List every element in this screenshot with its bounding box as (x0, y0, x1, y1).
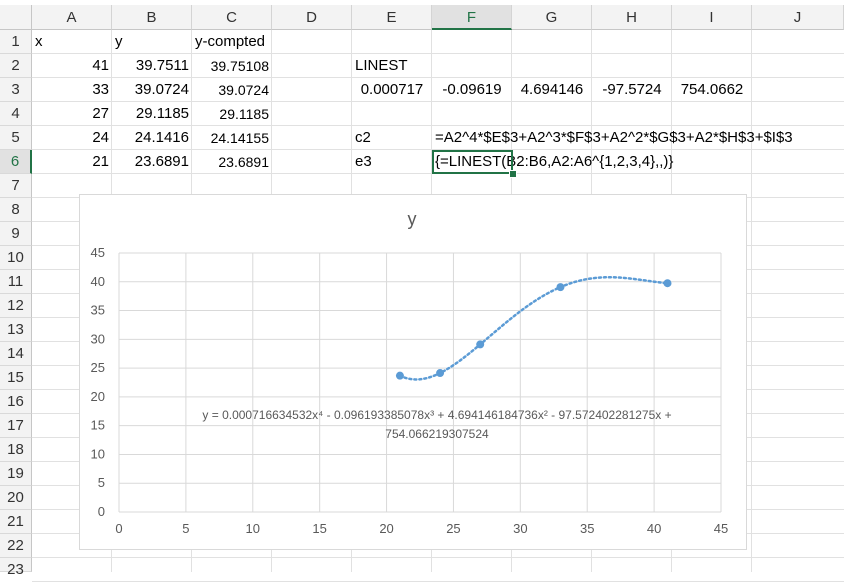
cell-e6[interactable]: e3 (352, 150, 375, 174)
cell-b4[interactable]: 29.1185 (112, 102, 192, 126)
column-header-a[interactable]: A (32, 5, 112, 30)
trendline-equation-line1: y = 0.000716634532x⁴ - 0.096193385078x³ … (202, 408, 671, 422)
x-tick-label: 10 (246, 521, 260, 536)
y-tick-label: 25 (91, 360, 105, 375)
data-point (476, 340, 485, 349)
row-header-16[interactable]: 16 (0, 390, 32, 414)
y-tick-label: 20 (91, 389, 105, 404)
cell-c6[interactable]: 23.6891 (192, 150, 272, 174)
column-header-e[interactable]: E (352, 5, 432, 30)
data-point (663, 279, 672, 288)
row-header-4[interactable]: 4 (0, 102, 32, 126)
column-header-j[interactable]: J (752, 5, 844, 30)
row-header-20[interactable]: 20 (0, 486, 32, 510)
row-gridline (32, 557, 844, 558)
row-header-15[interactable]: 15 (0, 366, 32, 390)
cell-b1[interactable]: y (112, 30, 126, 54)
cell-c4[interactable]: 29.1185 (192, 102, 272, 126)
cell-a1[interactable]: x (32, 30, 46, 54)
cell-c1[interactable]: y-compted (192, 30, 268, 54)
chart-svg: y 0 5 10 15 20 25 30 35 40 45 0 5 10 15 20 25 30 35 40 45 y =… (91, 209, 729, 536)
row-header-23[interactable]: 23 (0, 558, 32, 578)
trendline-equation-line2: 754.066219307524 (385, 427, 489, 441)
column-header-b[interactable]: B (112, 5, 192, 30)
x-tick-label: 30 (513, 521, 527, 536)
row-header-2[interactable]: 2 (0, 54, 32, 78)
cell-a5[interactable]: 24 (32, 126, 112, 150)
cell-b2[interactable]: 39.7511 (112, 54, 192, 78)
cell-a4[interactable]: 27 (32, 102, 112, 126)
cell-e5[interactable]: c2 (352, 126, 374, 150)
cell-c5[interactable]: 24.14155 (192, 126, 272, 150)
chart-title: y (408, 209, 417, 229)
column-header-d[interactable]: D (272, 5, 352, 30)
select-all-corner[interactable] (0, 5, 32, 30)
row-header-12[interactable]: 12 (0, 294, 32, 318)
cell-b6[interactable]: 23.6891 (112, 150, 192, 174)
y-tick-label: 40 (91, 274, 105, 289)
row-header-6[interactable]: 6 (0, 150, 32, 174)
cell-g3[interactable]: 4.694146 (512, 78, 592, 102)
cell-c3[interactable]: 39.0724 (192, 78, 272, 102)
active-cell-border[interactable] (432, 150, 513, 174)
cell-c2[interactable]: 39.75108 (192, 54, 272, 78)
spreadsheet-grid[interactable]: ABCDEFGHIJ 1 2 3 4 5 6 7 8 9 10 11 12 13 14 15 16 17 18 19… (0, 0, 844, 582)
y-tick-label: 10 (91, 446, 105, 461)
cell-e2[interactable]: LINEST (352, 54, 411, 78)
row-header-22[interactable]: 22 (0, 534, 32, 558)
cell-a3[interactable]: 33 (32, 78, 112, 102)
x-tick-label: 20 (379, 521, 393, 536)
cell-h3[interactable]: -97.5724 (592, 78, 672, 102)
cell-i3[interactable]: 754.0662 (672, 78, 752, 102)
y-tick-label: 15 (91, 418, 105, 433)
column-header-c[interactable]: C (192, 5, 272, 30)
data-point (395, 371, 404, 380)
x-tick-label: 15 (312, 521, 326, 536)
x-tick-label: 0 (115, 521, 122, 536)
x-tick-label: 40 (647, 521, 661, 536)
trendline (398, 275, 669, 381)
row-header-1[interactable]: 1 (0, 30, 32, 54)
row-header-17[interactable]: 17 (0, 414, 32, 438)
cell-a6[interactable]: 21 (32, 150, 112, 174)
row-header-19[interactable]: 19 (0, 462, 32, 486)
row-header-7[interactable]: 7 (0, 174, 32, 198)
row-header-14[interactable]: 14 (0, 342, 32, 366)
y-tick-label: 35 (91, 303, 105, 318)
data-point (556, 283, 565, 292)
cell-b3[interactable]: 39.0724 (112, 78, 192, 102)
x-tick-label: 5 (182, 521, 189, 536)
cell-a2[interactable]: 41 (32, 54, 112, 78)
cell-f5[interactable]: =A2^4*$E$3+A2^3*$F$3+A2^2*$G$3+A2*$H$3+$… (432, 126, 796, 150)
data-point (436, 369, 445, 378)
fill-handle[interactable] (509, 170, 517, 178)
column-header-g[interactable]: G (512, 5, 592, 30)
y-tick-label: 0 (98, 504, 105, 519)
column-header-i[interactable]: I (672, 5, 752, 30)
row-header-11[interactable]: 11 (0, 270, 32, 294)
row-header-21[interactable]: 21 (0, 510, 32, 534)
cell-e3[interactable]: 0.000717 (352, 78, 432, 102)
cell-f3[interactable]: -0.09619 (432, 78, 512, 102)
y-tick-label: 5 (98, 475, 105, 490)
column-header-f[interactable]: F (432, 5, 512, 30)
row-header-3[interactable]: 3 (0, 78, 32, 102)
row-header-5[interactable]: 5 (0, 126, 32, 150)
row-header-8[interactable]: 8 (0, 198, 32, 222)
cell-b5[interactable]: 24.1416 (112, 126, 192, 150)
row-header-10[interactable]: 10 (0, 246, 32, 270)
row-header-9[interactable]: 9 (0, 222, 32, 246)
row-header-18[interactable]: 18 (0, 438, 32, 462)
column-gridline (751, 30, 752, 572)
y-tick-label: 30 (91, 331, 105, 346)
x-tick-label: 25 (446, 521, 460, 536)
chart-object[interactable]: y 0 5 10 15 20 25 30 35 40 45 0 5 10 15 20 25 30 35 40 45 y =… (79, 194, 747, 550)
column-header-h[interactable]: H (592, 5, 672, 30)
x-tick-label: 45 (714, 521, 728, 536)
row-header-13[interactable]: 13 (0, 318, 32, 342)
y-tick-label: 45 (91, 245, 105, 260)
x-tick-label: 35 (580, 521, 594, 536)
